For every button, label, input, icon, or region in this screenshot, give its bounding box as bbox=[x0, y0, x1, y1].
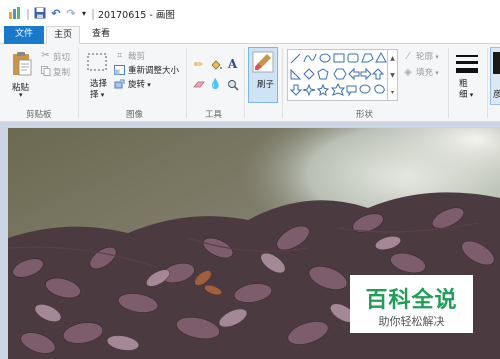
group-divider bbox=[282, 48, 283, 118]
shape-rounded-rect-icon bbox=[347, 53, 359, 63]
shape-triangle-icon bbox=[375, 51, 387, 63]
shape-callout-cloud-icon bbox=[374, 84, 385, 94]
shape-up-arrow-icon bbox=[371, 68, 385, 80]
group-divider bbox=[487, 48, 488, 118]
shape-right-triangle-icon bbox=[290, 68, 302, 80]
outline-label: 轮廓 bbox=[416, 52, 434, 62]
ribbon-tabs: 文件 主页 查看 bbox=[0, 26, 500, 44]
group-divider bbox=[448, 48, 449, 118]
outline-button[interactable]: 轮廓 ▾ bbox=[416, 50, 439, 62]
ribbon: 粘贴 ▾ ✂ 剪切 复制 剪贴板 选择 择 ▾ ⌗ 裁剪 重新调整大小 旋转 ▾… bbox=[0, 44, 500, 122]
group-divider bbox=[186, 48, 187, 118]
color-picker-icon[interactable]: 💧 bbox=[209, 78, 222, 91]
shapes-scroll[interactable]: ▲ ▼ ▾ bbox=[388, 49, 398, 101]
pencil-icon[interactable]: ✏ bbox=[192, 58, 205, 71]
cut-button[interactable]: 剪切 bbox=[53, 51, 70, 63]
color1-button[interactable]: 彦 bbox=[490, 47, 500, 105]
paste-dropdown-icon[interactable]: ▾ bbox=[19, 91, 23, 99]
fill-bucket-icon[interactable] bbox=[209, 58, 222, 71]
undo-icon[interactable]: ↶ bbox=[49, 5, 63, 21]
fill-button[interactable]: 填充 ▾ bbox=[416, 66, 439, 78]
shape-line-icon bbox=[290, 53, 301, 64]
resize-button[interactable]: 重新调整大小 bbox=[128, 64, 179, 76]
shape-diamond-icon bbox=[303, 68, 315, 80]
magnifier-icon[interactable] bbox=[226, 78, 239, 91]
shape-callout-rect-icon bbox=[346, 85, 357, 97]
crop-icon: ⌗ bbox=[116, 50, 123, 61]
title-bar: | ↶ ↷ ▾ | 20170615 - 画图 bbox=[0, 0, 500, 26]
shapes-gallery[interactable] bbox=[287, 49, 388, 101]
shape-left-arrow-icon bbox=[348, 67, 360, 81]
shape-down-arrow-icon bbox=[289, 84, 303, 96]
shapes-group-label: 形状 bbox=[356, 110, 374, 120]
watermark-subtitle: 助你轻松解决 bbox=[378, 315, 445, 328]
rotate-label: 旋转 bbox=[128, 80, 146, 90]
image-group-label: 图像 bbox=[126, 110, 144, 120]
fill-icon: ◈ bbox=[404, 66, 412, 78]
tab-view[interactable]: 查看 bbox=[84, 26, 118, 44]
redo-icon[interactable]: ↷ bbox=[64, 5, 78, 21]
shape-star4-icon bbox=[302, 83, 316, 97]
shape-callout-oval-icon bbox=[359, 84, 371, 94]
size-label-2: 细 ▾ bbox=[459, 90, 474, 100]
scissors-icon: ✂ bbox=[41, 50, 50, 61]
brush-icon bbox=[252, 51, 274, 73]
copy-button[interactable]: 复制 bbox=[53, 66, 70, 78]
eraser-icon[interactable] bbox=[192, 78, 205, 91]
shape-pentagon-icon bbox=[317, 68, 329, 80]
brushes-label: 刷子 bbox=[257, 80, 275, 90]
resize-icon bbox=[114, 64, 125, 75]
shape-polygon-icon bbox=[361, 53, 374, 63]
window-title: 20170615 - 画图 bbox=[98, 10, 175, 21]
shape-rectangle-icon bbox=[333, 53, 345, 63]
shape-star5-icon bbox=[316, 83, 330, 97]
outline-icon: ⁄ bbox=[407, 50, 409, 62]
text-tool-icon[interactable]: A bbox=[226, 57, 239, 71]
rotate-button[interactable]: 旋转 ▾ bbox=[128, 78, 151, 90]
line-weight-icon[interactable] bbox=[455, 52, 479, 76]
crop-button[interactable]: 裁剪 bbox=[128, 50, 145, 62]
watermark-title: 百科全说 bbox=[365, 288, 458, 313]
tab-file[interactable]: 文件 bbox=[4, 26, 44, 44]
shape-hexagon-icon bbox=[333, 68, 347, 80]
divider-icon: | bbox=[26, 6, 30, 20]
select-dropdown-icon[interactable]: 择 ▾ bbox=[90, 88, 104, 100]
fill-label: 填充 bbox=[416, 68, 434, 78]
divider-icon: | bbox=[91, 6, 95, 20]
rotate-icon bbox=[114, 78, 125, 89]
color1-swatch bbox=[493, 52, 500, 74]
color1-label: 彦 bbox=[493, 90, 500, 100]
watermark: 百科全说 助你轻松解决 bbox=[350, 275, 473, 333]
tab-home[interactable]: 主页 bbox=[46, 26, 80, 44]
copy-icon bbox=[40, 65, 51, 76]
paint-app-icon[interactable] bbox=[8, 5, 22, 21]
group-divider bbox=[244, 48, 245, 118]
paste-icon[interactable] bbox=[10, 50, 34, 78]
brushes-button[interactable]: 刷子 bbox=[248, 47, 278, 103]
shape-right-arrow-icon bbox=[360, 67, 372, 81]
shape-star6-icon bbox=[330, 82, 346, 96]
shape-curve-icon bbox=[303, 53, 317, 63]
select-rect-icon[interactable] bbox=[86, 52, 108, 72]
tools-group-label: 工具 bbox=[205, 110, 223, 120]
group-divider bbox=[78, 48, 79, 118]
shape-oval-icon bbox=[319, 53, 331, 63]
shapes-gallery-icons bbox=[289, 51, 387, 97]
customize-quick-access-icon[interactable]: ▾ bbox=[79, 5, 89, 21]
clipboard-group-label: 剪贴板 bbox=[26, 110, 52, 120]
save-icon[interactable] bbox=[33, 5, 47, 21]
